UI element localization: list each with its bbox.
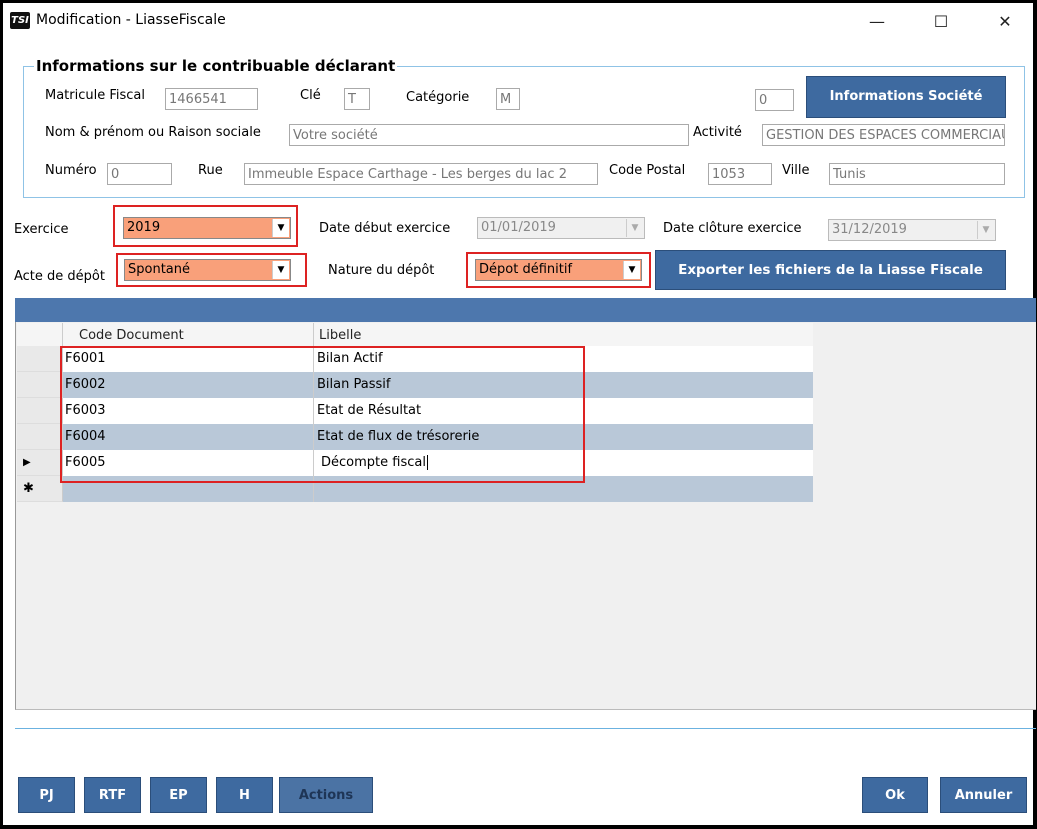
chevron-down-icon[interactable]: ▼ [272, 219, 289, 237]
acte-value: Spontané [128, 262, 190, 277]
maximize-button[interactable]: ☐ [919, 7, 963, 37]
activite-field[interactable]: GESTION DES ESPACES COMMERCIAUX [762, 124, 1005, 146]
date-cloture-value: 31/12/2019 [832, 222, 907, 237]
categorie-label: Catégorie [406, 90, 470, 105]
code-postal-field[interactable]: 1053 [708, 163, 772, 185]
chevron-down-icon[interactable]: ▼ [272, 261, 289, 279]
date-debut-label: Date début exercice [319, 221, 451, 236]
categorie-field[interactable]: M [496, 88, 520, 110]
pj-button[interactable]: PJ [18, 777, 75, 813]
nom-field[interactable]: Votre société [289, 124, 689, 146]
taxpayer-group-title: Informations sur le contribuable déclara… [34, 57, 398, 75]
ep-button[interactable]: EP [150, 777, 207, 813]
nature-label: Nature du dépôt [328, 263, 435, 278]
exercice-select[interactable]: 2019 ▼ [123, 217, 291, 239]
close-button[interactable]: ✕ [983, 7, 1027, 37]
actions-button[interactable]: Actions [279, 777, 373, 813]
acte-select[interactable]: Spontané ▼ [124, 259, 291, 281]
annotation-box-documents [60, 346, 585, 483]
informations-societe-button[interactable]: Informations Société [806, 76, 1006, 118]
chevron-down-icon[interactable]: ▼ [623, 261, 640, 279]
app-logo-icon: TSI [10, 12, 30, 29]
rue-field[interactable]: Immeuble Espace Carthage - Les berges du… [244, 163, 598, 185]
ville-label: Ville [782, 163, 810, 178]
code-postal-label: Code Postal [609, 163, 686, 178]
row-selector[interactable] [17, 346, 63, 372]
numero-field[interactable]: 0 [107, 163, 172, 185]
h-button[interactable]: H [216, 777, 273, 813]
chevron-down-icon[interactable]: ▼ [977, 221, 994, 239]
minimize-button[interactable]: — [855, 7, 899, 37]
annuler-button[interactable]: Annuler [940, 777, 1027, 813]
chevron-down-icon[interactable]: ▼ [626, 219, 643, 237]
nature-value: Dépot définitif [479, 262, 573, 277]
current-row-arrow-icon[interactable]: ▶ [17, 450, 63, 476]
date-debut-value: 01/01/2019 [481, 220, 556, 235]
ok-button[interactable]: Ok [862, 777, 928, 813]
matricule-label: Matricule Fiscal [45, 88, 146, 103]
row-selector[interactable] [17, 372, 63, 398]
rue-label: Rue [198, 163, 223, 178]
acte-label: Acte de dépôt [14, 269, 105, 284]
row-selector[interactable] [17, 398, 63, 424]
numero-label: Numéro [45, 163, 97, 178]
cle-field[interactable]: T [344, 88, 370, 110]
title-bar: TSI Modification - LiasseFiscale — ☐ ✕ [3, 3, 1033, 40]
date-debut-picker[interactable]: 01/01/2019 ▼ [477, 217, 645, 239]
nature-select[interactable]: Dépot définitif ▼ [475, 259, 642, 281]
exercice-value: 2019 [127, 220, 161, 235]
cle-label: Clé [300, 88, 321, 103]
footer-divider [15, 728, 1036, 729]
new-row-asterisk-icon[interactable]: ✱ [17, 476, 63, 502]
exercice-label: Exercice [14, 222, 69, 237]
rtf-button[interactable]: RTF [84, 777, 141, 813]
export-liasse-button[interactable]: Exporter les fichiers de la Liasse Fisca… [655, 250, 1006, 290]
date-cloture-picker[interactable]: 31/12/2019 ▼ [828, 219, 996, 241]
activite-label: Activité [693, 125, 742, 140]
window-title: Modification - LiasseFiscale [36, 12, 226, 28]
grid-header-bar [15, 298, 1036, 322]
matricule-field[interactable]: 1466541 [165, 88, 258, 110]
dialog-window: TSI Modification - LiasseFiscale — ☐ ✕ I… [3, 3, 1036, 825]
nom-label: Nom & prénom ou Raison sociale [45, 125, 261, 140]
unnamed-number-field[interactable]: 0 [755, 89, 794, 111]
ville-field[interactable]: Tunis [829, 163, 1005, 185]
date-cloture-label: Date clôture exercice [663, 221, 802, 236]
row-selector[interactable] [17, 424, 63, 450]
